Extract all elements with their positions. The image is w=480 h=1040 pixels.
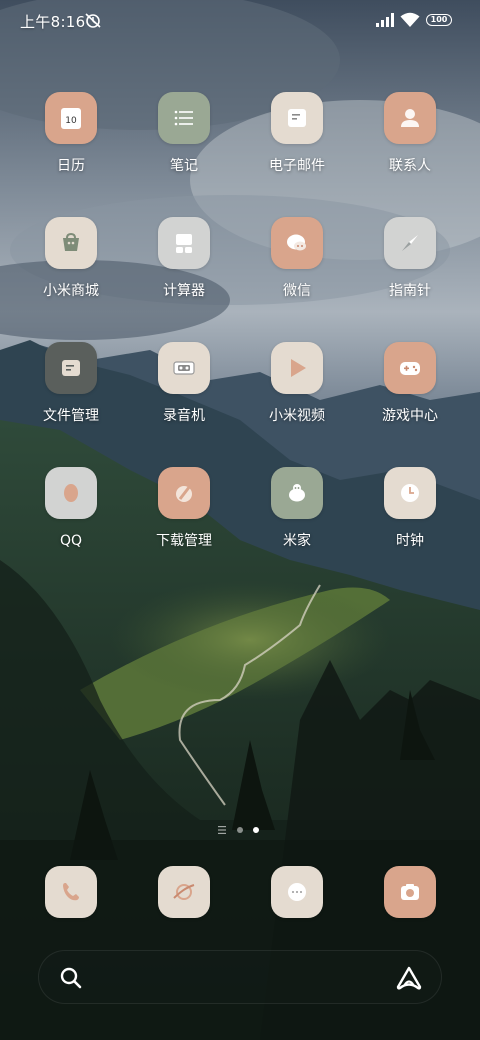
calendar-badge: 10: [65, 116, 77, 126]
app-wechat[interactable]: 微信: [242, 217, 352, 300]
page-indicator[interactable]: [216, 825, 266, 835]
page-dot-active: [253, 827, 259, 833]
status-bar: 上午8:16 100: [0, 0, 480, 40]
download-manager-icon: [158, 467, 210, 519]
app-mi-store[interactable]: 小米商城: [16, 217, 126, 300]
app-game-center[interactable]: 游戏中心: [355, 342, 465, 425]
app-label: QQ: [59, 533, 83, 549]
app-mi-home[interactable]: 米家: [242, 467, 352, 550]
app-label: 日历: [57, 158, 85, 174]
app-recorder[interactable]: 录音机: [129, 342, 239, 425]
app-label: 录音机: [163, 408, 205, 424]
app-label: 联系人: [389, 158, 431, 174]
xiaoai-assistant-icon[interactable]: [395, 965, 423, 991]
notes-icon: [158, 92, 210, 144]
game-center-icon: [384, 342, 436, 394]
email-icon: [271, 92, 323, 144]
app-calculator[interactable]: 计算器: [129, 217, 239, 300]
qq-icon: [45, 467, 97, 519]
compass-icon: [384, 217, 436, 269]
battery-icon: 100: [426, 14, 452, 26]
app-download-manager[interactable]: 下载管理: [129, 467, 239, 550]
app-notes[interactable]: 笔记: [129, 92, 239, 175]
alarm-off-icon: [85, 13, 101, 28]
calculator-icon: [158, 217, 210, 269]
app-label: 笔记: [170, 158, 198, 174]
app-label: 文件管理: [43, 408, 99, 424]
app-label: 指南针: [389, 283, 431, 299]
app-label: 时钟: [396, 533, 424, 549]
calendar-icon: 10: [45, 92, 97, 144]
app-clock[interactable]: 时钟: [355, 467, 465, 550]
page-dot: [237, 827, 243, 833]
app-email[interactable]: 电子邮件: [242, 92, 352, 175]
phone-icon: [45, 866, 97, 918]
app-label: 下载管理: [156, 533, 212, 549]
mi-store-icon: [45, 217, 97, 269]
browser-icon: [158, 866, 210, 918]
app-mi-video[interactable]: 小米视频: [242, 342, 352, 425]
app-label: 微信: [283, 283, 311, 299]
app-calendar[interactable]: 10 日历: [16, 92, 126, 175]
clock-icon: [384, 467, 436, 519]
messages-icon: [271, 866, 323, 918]
dock-messages[interactable]: [242, 866, 352, 918]
dock-browser[interactable]: [129, 866, 239, 918]
mi-home-icon: [271, 467, 323, 519]
app-file-manager[interactable]: 文件管理: [16, 342, 126, 425]
cellular-signal-icon: [376, 13, 394, 27]
app-label: 电子邮件: [269, 158, 325, 174]
app-label: 小米商城: [43, 283, 99, 299]
contacts-icon: [384, 92, 436, 144]
page-list-icon: [218, 826, 226, 834]
app-label: 米家: [283, 533, 311, 549]
app-compass[interactable]: 指南针: [355, 217, 465, 300]
status-time: 上午8:16: [20, 13, 86, 31]
app-qq[interactable]: QQ: [16, 467, 126, 550]
app-label: 小米视频: [269, 408, 325, 424]
wechat-icon: [271, 217, 323, 269]
wifi-icon: [400, 12, 420, 27]
dock-camera[interactable]: [355, 866, 465, 918]
dock-phone[interactable]: [16, 866, 126, 918]
camera-icon: [384, 866, 436, 918]
file-manager-icon: [45, 342, 97, 394]
search-icon[interactable]: [59, 966, 83, 990]
battery-level: 100: [430, 15, 448, 24]
video-play-icon: [271, 342, 323, 394]
app-label: 计算器: [163, 283, 205, 299]
search-bar[interactable]: [38, 950, 442, 1004]
app-label: 游戏中心: [382, 408, 438, 424]
app-contacts[interactable]: 联系人: [355, 92, 465, 175]
recorder-icon: [158, 342, 210, 394]
